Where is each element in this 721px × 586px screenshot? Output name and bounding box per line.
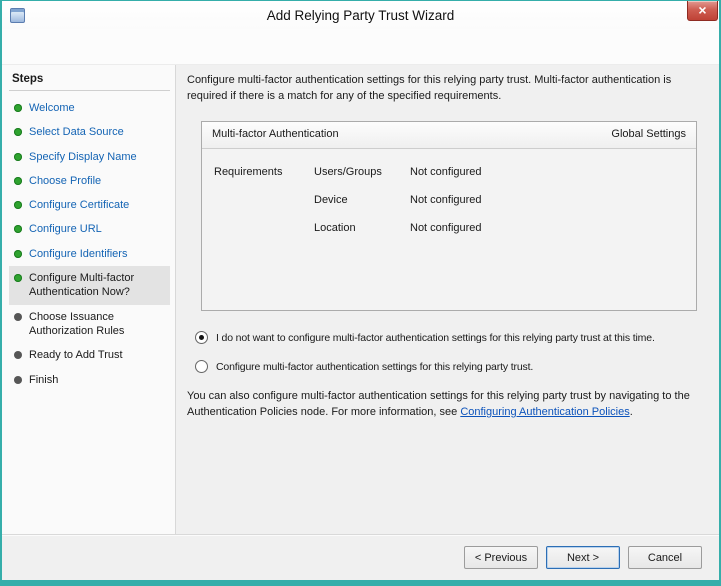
steps-divider [9,90,170,91]
step-select-data-source[interactable]: Select Data Source [9,120,170,144]
mfa-row-users-groups: Requirements Users/Groups Not configured [202,159,696,187]
step-welcome[interactable]: Welcome [9,96,170,120]
button-bar: < Previous Next > Cancel [2,534,719,580]
mfa-options: I do not want to configure multi-factor … [195,330,705,374]
step-status-icon [14,128,22,137]
steps-list: Welcome Select Data Source Specify Displ… [9,96,170,392]
note-text-after: . [629,405,633,418]
step-choose-profile[interactable]: Choose Profile [9,169,170,193]
step-status-icon [14,375,22,384]
requirements-label: Requirements [214,165,283,178]
step-status-icon [14,274,22,283]
step-configure-mfa-now[interactable]: Configure Multi-factor Authentication No… [9,266,170,305]
radio-option-configure-mfa[interactable]: Configure multi-factor authentication se… [195,359,705,374]
step-choose-issuance-authorization-rules[interactable]: Choose Issuance Authorization Rules [9,305,170,344]
radio-option-skip-mfa[interactable]: I do not want to configure multi-factor … [195,330,705,345]
previous-button[interactable]: < Previous [464,546,538,569]
requirement-name: Location [314,221,356,234]
requirement-value: Not configured [410,165,482,178]
step-status-icon [14,249,22,258]
close-button[interactable]: × [687,1,718,21]
window-title: Add Relying Party Trust Wizard [266,7,455,23]
configuring-authentication-policies-link[interactable]: Configuring Authentication Policies [460,406,629,418]
step-finish[interactable]: Finish [9,368,170,392]
title-bar: Add Relying Party Trust Wizard × [2,1,719,29]
step-configure-identifiers[interactable]: Configure Identifiers [9,242,170,266]
mfa-panel-header: Multi-factor Authentication Global Setti… [202,121,696,149]
steps-sidebar: Steps Welcome Select Data Source Specify… [2,65,176,534]
requirement-name: Device [314,193,348,206]
wizard-window: Add Relying Party Trust Wizard × Steps W… [0,0,721,586]
mfa-panel-body: Requirements Users/Groups Not configured… [202,149,696,243]
radio-button-selected[interactable] [195,330,208,344]
step-status-icon [14,104,22,112]
global-settings-label: Global Settings [611,127,686,140]
mfa-row-device: Device Not configured [202,187,696,215]
step-ready-to-add-trust[interactable]: Ready to Add Trust [9,343,170,367]
requirement-value: Not configured [410,193,482,206]
header-band [2,29,719,65]
step-status-icon [14,152,22,161]
cancel-button[interactable]: Cancel [628,546,702,569]
step-status-icon [14,201,22,210]
wizard-middle: Steps Welcome Select Data Source Specify… [2,65,719,534]
mfa-panel-title: Multi-factor Authentication [212,127,339,140]
next-button[interactable]: Next > [546,546,620,569]
step-status-icon [14,176,22,185]
step-configure-url[interactable]: Configure URL [9,217,170,241]
step-configure-certificate[interactable]: Configure Certificate [9,193,170,217]
wizard-body: Steps Welcome Select Data Source Specify… [2,29,719,580]
step-status-icon [14,312,22,321]
page-description: Configure multi-factor authentication se… [187,74,672,102]
step-specify-display-name[interactable]: Specify Display Name [9,145,170,169]
step-status-icon [14,351,22,360]
steps-header: Steps [12,73,44,85]
step-status-icon [14,225,22,234]
mfa-settings-panel: Multi-factor Authentication Global Setti… [201,120,697,311]
requirement-name: Users/Groups [314,165,382,178]
additional-info-note: You can also configure multi-factor auth… [187,389,705,421]
radio-button-unselected[interactable] [195,359,208,373]
requirement-value: Not configured [410,221,482,234]
mfa-row-location: Location Not configured [202,215,696,243]
content-pane: Configure multi-factor authentication se… [176,65,719,534]
